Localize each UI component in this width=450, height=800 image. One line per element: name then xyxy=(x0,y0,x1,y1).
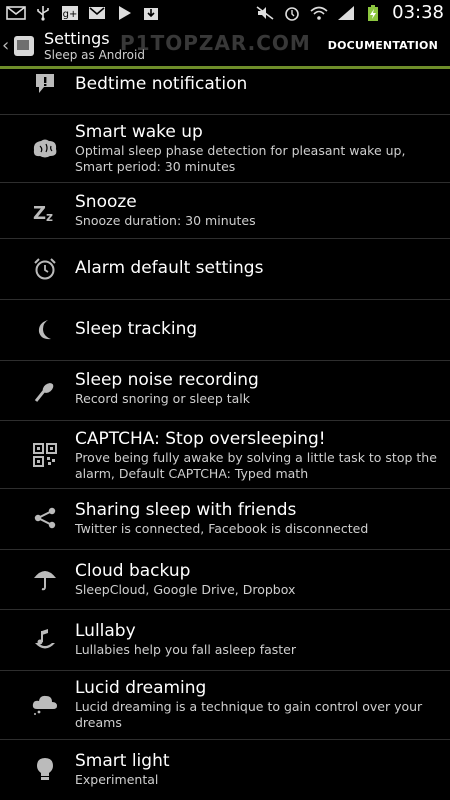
list-item-summary: Snooze duration: 30 minutes xyxy=(75,213,256,228)
google-plus-icon: g+ xyxy=(60,5,80,21)
usb-icon xyxy=(33,5,53,21)
clock-time: 03:38 xyxy=(392,2,444,23)
status-bar-right: 03:38 xyxy=(249,2,450,23)
list-item-summary: Optimal sleep phase detection for pleasa… xyxy=(75,143,406,174)
page-title: Settings xyxy=(44,28,110,48)
list-item-sleep-noise-recording[interactable]: Sleep noise recording Record snoring or … xyxy=(0,361,450,421)
list-item-title: Lucid dreaming xyxy=(75,678,207,698)
list-item-title: Sleep tracking xyxy=(75,319,198,339)
list-item-sharing-sleep[interactable]: Sharing sleep with friends Twitter is co… xyxy=(0,489,450,550)
list-item-alarm-default-settings[interactable]: Alarm default settings xyxy=(0,239,450,300)
status-bar: g+ 03:38 xyxy=(0,0,450,25)
microphone-icon xyxy=(30,377,60,407)
list-item-lucid-dreaming[interactable]: Lucid dreaming Lucid dreaming is a techn… xyxy=(0,671,450,740)
list-item-title: Bedtime notification xyxy=(75,74,248,94)
svg-text:z: z xyxy=(46,210,53,223)
app-icon[interactable] xyxy=(12,33,38,59)
snooze-zz-icon: Zz xyxy=(30,196,60,226)
back-chevron-icon[interactable]: ‹ xyxy=(2,35,10,56)
signal-icon xyxy=(336,5,356,21)
list-item-lullaby[interactable]: Lullaby Lullabies help you fall asleep f… xyxy=(0,610,450,671)
list-item-title: CAPTCHA: Stop oversleeping! xyxy=(75,429,326,449)
mute-icon xyxy=(255,5,275,21)
list-item-summary: Lucid dreaming is a technique to gain co… xyxy=(75,699,423,730)
svg-text:Z: Z xyxy=(33,203,46,223)
alarm-clock-icon xyxy=(282,5,302,21)
list-item-smart-light[interactable]: Smart light Experimental xyxy=(0,740,450,798)
list-item-title: Alarm default settings xyxy=(75,258,264,278)
list-item-summary: Experimental xyxy=(75,772,159,787)
battery-charging-icon xyxy=(363,4,383,21)
list-item-captcha[interactable]: CAPTCHA: Stop oversleeping! Prove being … xyxy=(0,421,450,489)
list-item-summary: Record snoring or sleep talk xyxy=(75,391,250,406)
list-item-title: Sharing sleep with friends xyxy=(75,500,297,520)
svg-text:g+: g+ xyxy=(63,9,78,20)
list-item-summary: Lullabies help you fall asleep faster xyxy=(75,642,297,657)
lullaby-music-icon xyxy=(30,625,60,655)
notification-bubble-icon xyxy=(30,69,60,99)
alarm-clock-icon xyxy=(30,254,60,284)
list-item-title: Smart wake up xyxy=(75,122,203,142)
share-icon xyxy=(30,503,60,533)
list-item-snooze[interactable]: Zz Snooze Snooze duration: 30 minutes xyxy=(0,183,450,239)
list-item-title: Sleep noise recording xyxy=(75,370,259,390)
list-item-title: Snooze xyxy=(75,192,137,212)
list-item-cloud-backup[interactable]: Cloud backup SleepCloud, Google Drive, D… xyxy=(0,550,450,610)
action-bar: ‹ Settings Sleep as Android P1TOPZAR.COM… xyxy=(0,25,450,69)
email-icon xyxy=(6,5,26,21)
list-item-title: Smart light xyxy=(75,751,170,771)
list-item-smart-wake-up[interactable]: Smart wake up Optimal sleep phase detect… xyxy=(0,115,450,183)
gmail-icon xyxy=(87,5,107,21)
download-icon xyxy=(141,5,161,21)
cloud-icon xyxy=(30,689,60,719)
settings-list: Bedtime notification Smart wake up Optim… xyxy=(0,69,450,798)
play-store-icon xyxy=(114,5,134,21)
wifi-icon xyxy=(309,5,329,21)
qr-code-icon xyxy=(30,440,60,470)
status-bar-left: g+ xyxy=(0,5,167,21)
list-item-title: Cloud backup xyxy=(75,561,191,581)
lightbulb-icon xyxy=(30,754,60,784)
list-item-bedtime-notification[interactable]: Bedtime notification xyxy=(0,69,450,115)
watermark-logo: P1TOPZAR.COM xyxy=(120,31,311,55)
list-item-summary: Prove being fully awake by solving a lit… xyxy=(75,450,437,481)
action-bar-titles: Settings Sleep as Android xyxy=(44,28,145,62)
list-item-summary: Twitter is connected, Facebook is discon… xyxy=(75,521,369,536)
umbrella-icon xyxy=(30,564,60,594)
list-item-title: Lullaby xyxy=(75,621,136,641)
list-item-sleep-tracking[interactable]: Sleep tracking xyxy=(0,300,450,361)
documentation-button[interactable]: DOCUMENTATION xyxy=(328,39,438,52)
brain-icon xyxy=(30,134,60,164)
moon-icon xyxy=(30,315,60,345)
list-item-summary: SleepCloud, Google Drive, Dropbox xyxy=(75,582,296,597)
page-subtitle: Sleep as Android xyxy=(44,47,145,62)
